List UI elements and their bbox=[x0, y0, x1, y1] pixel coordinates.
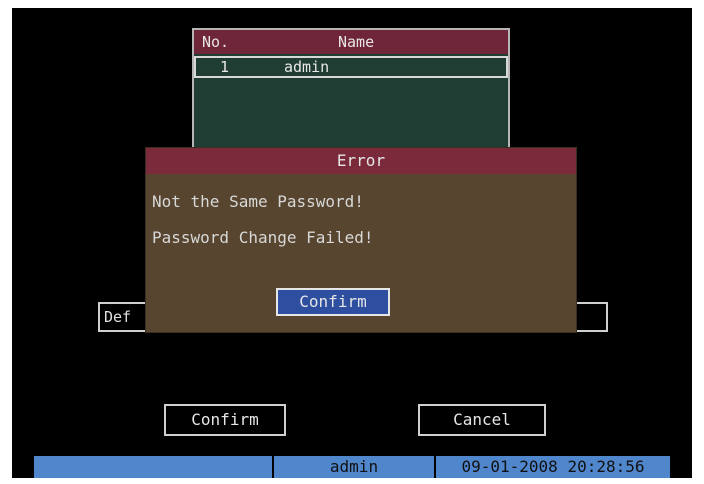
dialog-confirm-button[interactable]: Confirm bbox=[276, 288, 390, 316]
error-message-mismatch: Not the Same Password! bbox=[152, 192, 364, 211]
table-row[interactable]: 1 admin bbox=[194, 56, 508, 78]
error-message-failed: Password Change Failed! bbox=[152, 228, 374, 247]
table-header: No. Name bbox=[194, 30, 508, 54]
status-bar-segment bbox=[34, 456, 272, 478]
column-header-no: No. bbox=[202, 33, 230, 51]
error-dialog: Error Not the Same Password! Password Ch… bbox=[146, 148, 576, 332]
status-current-user: admin bbox=[274, 456, 434, 478]
user-list-table: No. Name 1 admin bbox=[192, 28, 510, 160]
status-datetime: 09-01-2008 20:28:56 bbox=[436, 456, 670, 478]
column-header-name: Name bbox=[338, 33, 375, 51]
row-username: admin bbox=[284, 58, 330, 76]
cancel-button[interactable]: Cancel bbox=[418, 404, 546, 436]
row-number: 1 bbox=[220, 58, 230, 76]
dialog-title: Error bbox=[146, 148, 576, 174]
dvr-screen: No. Name 1 admin Def Error Not the Same … bbox=[12, 8, 692, 478]
confirm-button[interactable]: Confirm bbox=[164, 404, 286, 436]
